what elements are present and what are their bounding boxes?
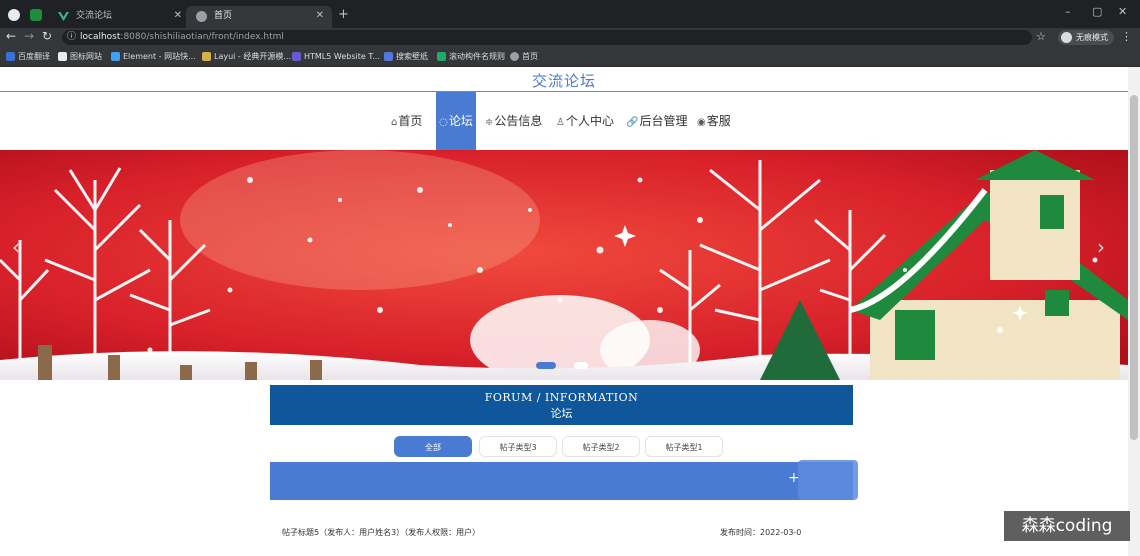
winter-scene-image: [0, 150, 1128, 380]
bookmark-item[interactable]: 滚动构件名规则: [437, 47, 505, 66]
user-icon: ♙: [556, 117, 565, 128]
banner-carousel[interactable]: ‹ ›: [0, 150, 1128, 380]
browser-toolbar: ← → ↻ ⓘ localhost:8080/shishiliaotian/fr…: [0, 28, 1140, 47]
add-post-panel[interactable]: [798, 460, 858, 500]
site-title: 交流论坛: [531, 72, 596, 90]
nav-label: 公告信息: [494, 114, 543, 128]
forum-section-header: FORUM / INFORMATION 论坛: [270, 385, 853, 425]
notice-icon: ≑: [485, 117, 494, 128]
close-window-button[interactable]: ✕: [1118, 5, 1127, 18]
bookmark-favicon-icon: [202, 52, 211, 61]
tab-title: 交流论坛: [76, 11, 113, 21]
tab-title: 首页: [214, 11, 233, 21]
tab-close-icon[interactable]: ✕: [316, 6, 324, 26]
restore-button[interactable]: ▢: [1092, 5, 1102, 18]
nav-label: 客服: [706, 114, 731, 128]
pinned-tab-icon[interactable]: [30, 9, 42, 21]
bookmark-item[interactable]: 图标网站: [58, 47, 102, 66]
browser-tab-strip: 交流论坛 ✕ 首页 ✕ + – ▢ ✕: [0, 0, 1140, 28]
nav-item-forum[interactable]: ◌论坛: [436, 92, 476, 150]
page-viewport: 交流论坛 ⌂首页 ◌论坛 ≑公告信息 ♙个人中心 🔗后台管理 ◉客服 ‹ › F…: [0, 67, 1128, 556]
row-fade-overlay: [798, 507, 898, 556]
bookmark-label: Element - 网站快...: [123, 52, 196, 61]
nav-item-notices[interactable]: ≑公告信息: [485, 92, 542, 150]
vue-logo-icon: [58, 12, 69, 21]
bookmark-item[interactable]: 搜索壁纸: [384, 47, 428, 66]
minimize-button[interactable]: –: [1065, 5, 1071, 18]
bookmark-item[interactable]: HTML5 Website T...: [292, 47, 380, 66]
bookmark-label: 图标网站: [70, 52, 102, 61]
back-button[interactable]: ←: [6, 29, 16, 43]
bookmark-label: 首页: [522, 52, 538, 61]
post-time: 发布时间：2022-03-0: [720, 528, 802, 537]
main-nav: ⌂首页 ◌论坛 ≑公告信息 ♙个人中心 🔗后台管理 ◉客服: [0, 92, 1128, 150]
post-search-bar[interactable]: +: [270, 462, 853, 500]
filter-all-button[interactable]: 全部: [394, 436, 472, 457]
bookmark-item[interactable]: Element - 网站快...: [111, 47, 196, 66]
bookmark-favicon-icon: [6, 52, 15, 61]
forum-icon: ◌: [439, 117, 448, 128]
bookmarks-bar: 百度翻译 图标网站 Element - 网站快... Layui - 经典开源模…: [0, 47, 1140, 67]
support-icon: ◉: [697, 117, 706, 128]
forward-button[interactable]: →: [24, 29, 34, 43]
bookmark-item[interactable]: 首页: [510, 47, 538, 66]
nav-label: 首页: [398, 114, 423, 128]
url-host: localhost: [80, 32, 121, 42]
new-tab-button[interactable]: +: [338, 7, 349, 22]
nav-item-home[interactable]: ⌂首页: [391, 92, 422, 150]
bookmark-favicon-icon: [111, 52, 120, 61]
nav-item-support[interactable]: ◉客服: [697, 92, 731, 150]
bookmark-label: Layui - 经典开源模...: [214, 52, 291, 61]
scrollbar-thumb[interactable]: [1130, 95, 1138, 440]
bookmark-label: HTML5 Website T...: [304, 52, 380, 61]
profile-label: 无痕模式: [1076, 33, 1108, 42]
tab-search-icon[interactable]: [8, 9, 20, 21]
filter-type2-button[interactable]: 帖子类型2: [562, 436, 640, 457]
globe-icon: [196, 11, 207, 22]
bookmark-globe-icon: [510, 52, 519, 61]
bookmark-label: 搜索壁纸: [396, 52, 428, 61]
carousel-prev-button[interactable]: ‹: [12, 235, 20, 259]
incognito-icon: [1061, 32, 1072, 43]
section-title-en: FORUM / INFORMATION: [484, 391, 639, 404]
nav-item-admin[interactable]: 🔗后台管理: [626, 92, 687, 150]
bookmark-favicon-icon: [384, 52, 393, 61]
incognito-profile-button[interactable]: 无痕模式: [1058, 30, 1114, 45]
nav-label: 个人中心: [565, 114, 614, 128]
filter-type1-button[interactable]: 帖子类型1: [645, 436, 723, 457]
browser-menu-icon[interactable]: ⋮: [1121, 30, 1132, 43]
bookmark-favicon-icon: [292, 52, 301, 61]
video-watermark: 森森coding: [1004, 511, 1130, 541]
nav-label: 后台管理: [639, 114, 688, 128]
carousel-dot-active[interactable]: [536, 362, 556, 369]
bookmark-star-icon[interactable]: ☆: [1036, 30, 1046, 43]
link-icon: 🔗: [626, 117, 639, 128]
tab-close-icon[interactable]: ✕: [174, 6, 182, 26]
nav-label: 论坛: [448, 114, 473, 128]
home-icon: ⌂: [391, 117, 398, 128]
carousel-dot[interactable]: [574, 362, 588, 369]
bookmark-item[interactable]: Layui - 经典开源模...: [202, 47, 291, 66]
nav-item-profile[interactable]: ♙个人中心: [556, 92, 614, 150]
carousel-next-button[interactable]: ›: [1097, 235, 1105, 259]
url-path: :8080/shishiliaotian/front/index.html: [120, 32, 284, 42]
site-info-icon[interactable]: ⓘ: [67, 30, 76, 45]
bookmark-flag-icon: [58, 52, 67, 61]
filter-type3-button[interactable]: 帖子类型3: [479, 436, 557, 457]
tab-forum[interactable]: 交流论坛 ✕: [48, 6, 190, 28]
bookmark-label: 百度翻译: [18, 52, 50, 61]
address-bar[interactable]: ⓘ localhost:8080/shishiliaotian/front/in…: [62, 30, 1032, 45]
bookmark-item[interactable]: 百度翻译: [6, 47, 50, 66]
bookmark-label: 滚动构件名规则: [449, 52, 505, 61]
tab-home[interactable]: 首页 ✕: [186, 6, 332, 28]
reload-button[interactable]: ↻: [42, 29, 52, 43]
bookmark-favicon-icon: [437, 52, 446, 61]
section-title-zh: 论坛: [550, 407, 573, 420]
